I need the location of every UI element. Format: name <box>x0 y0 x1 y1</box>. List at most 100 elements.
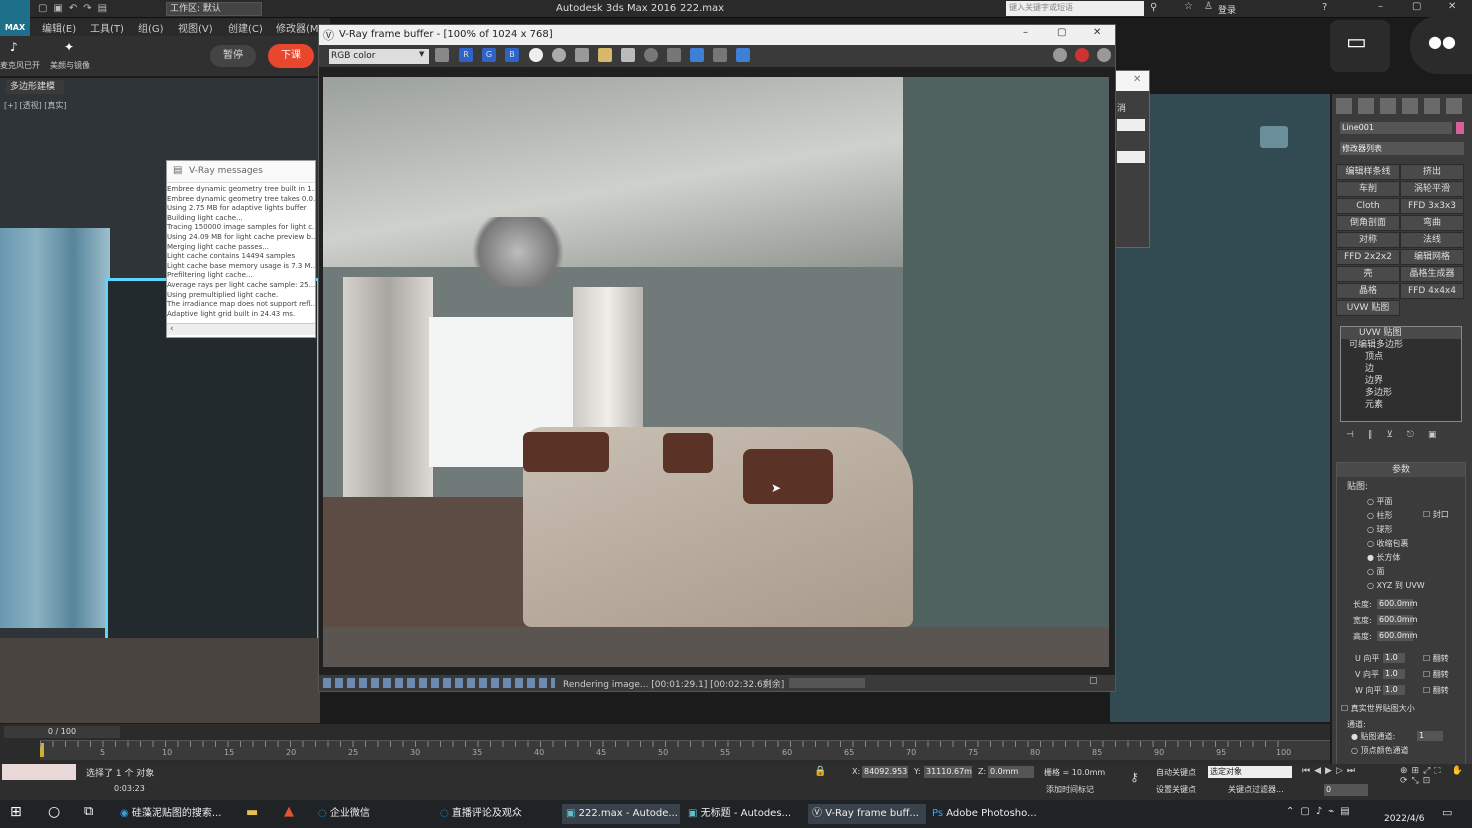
channel-select[interactable]: RGB color <box>329 49 429 64</box>
z-coordinate-field[interactable]: 0.0mm <box>988 766 1034 778</box>
w-flip-checkbox[interactable]: ☐ 翻转 <box>1423 685 1449 696</box>
modifier-button[interactable]: 车削 <box>1336 181 1400 197</box>
modifier-button[interactable]: 弯曲 <box>1400 215 1464 231</box>
object-name-field[interactable]: Line001 <box>1340 122 1452 134</box>
vfb-titlebar[interactable]: Ⓥ V-Ray frame buffer - [100% of 1024 x 7… <box>319 25 1115 45</box>
close-icon[interactable]: ✕ <box>1093 27 1101 38</box>
radio-spherical[interactable]: ○ 球形 <box>1367 523 1465 537</box>
real-world-checkbox[interactable]: ☐ 真实世界贴图大小 <box>1341 703 1415 714</box>
stack-sub-vertex[interactable]: 顶点 <box>1341 351 1461 363</box>
radio-face[interactable]: ○ 面 <box>1367 565 1465 579</box>
modifier-button[interactable]: 法线 <box>1400 232 1464 248</box>
search-icon[interactable]: ○ <box>48 804 60 820</box>
mono-icon[interactable] <box>552 48 566 62</box>
modifier-button[interactable]: FFD 2x2x2 <box>1336 249 1400 265</box>
selected-object-dropdown[interactable]: 选定对象 <box>1208 766 1292 778</box>
star-icon[interactable]: ☆ <box>1184 1 1193 12</box>
menu-views[interactable]: 视图(V) <box>178 20 213 35</box>
quick-access-icons[interactable]: ▢▣↶↷▤ <box>38 3 158 15</box>
key-icon[interactable]: ⚷ <box>1130 770 1139 784</box>
modifier-button[interactable]: Cloth <box>1336 198 1400 214</box>
horizontal-scrollbar[interactable]: ‹ <box>167 323 315 335</box>
explorer-icon[interactable]: ▬ <box>246 805 258 820</box>
modifier-button[interactable]: 涡轮平滑 <box>1400 181 1464 197</box>
status-icons[interactable] <box>323 678 555 688</box>
binoculars-icon[interactable]: ⚲ <box>1150 2 1157 13</box>
minimize-icon[interactable]: – <box>1378 1 1383 12</box>
rendered-image[interactable]: ➤ <box>323 77 1109 667</box>
sparkle-icon[interactable]: ✦ <box>64 40 74 54</box>
menu-create[interactable]: 创建(C) <box>228 20 263 35</box>
close-icon[interactable]: ✕ <box>1133 74 1141 85</box>
expand-icon[interactable]: ▢ <box>1089 676 1098 686</box>
stack-sub-edge[interactable]: 边 <box>1341 363 1461 375</box>
maximize-icon[interactable]: ▢ <box>1412 1 1421 12</box>
menu-group[interactable]: 组(G) <box>138 20 164 35</box>
modifier-stack[interactable]: UVW 贴图 可编辑多边形 顶点 边 边界 多边形 元素 <box>1340 326 1462 422</box>
stop-button[interactable]: 下课 <box>268 44 314 68</box>
cancel-label[interactable]: 消 <box>1117 101 1126 114</box>
radio-cylindrical[interactable]: ○ 柱形 <box>1367 509 1465 523</box>
microphone-icon[interactable]: ♪ <box>10 40 18 54</box>
taskbar-item-photoshop[interactable]: Ps Adobe Photosho... <box>932 804 1052 824</box>
maxscript-listener[interactable] <box>2 764 76 780</box>
region-render-icon[interactable] <box>667 48 681 62</box>
app-logo[interactable]: MAX <box>0 0 30 36</box>
chevron-down-icon[interactable]: ▼ <box>419 50 424 58</box>
taskbar-item-wecom[interactable]: ◌ 企业微信 <box>318 804 428 824</box>
modifier-button[interactable]: 编辑样条线 <box>1336 164 1400 180</box>
set-key-button[interactable]: 设置关键点 <box>1156 784 1196 795</box>
save-icon[interactable] <box>575 48 589 62</box>
taskbar-item-max-222[interactable]: ▣ 222.max - Autode... <box>562 804 680 824</box>
background-dialog[interactable]: ✕ 消 <box>1112 70 1150 248</box>
taskbar-item-edge[interactable]: ◉ 硅藻泥贴图的搜索... <box>120 804 230 824</box>
user-icon[interactable]: ♙ <box>1204 1 1213 12</box>
modifier-list-dropdown[interactable]: 修改器列表 <box>1340 142 1464 155</box>
blue-channel-button[interactable]: B <box>505 48 519 62</box>
modifier-button[interactable]: UVW 贴图 <box>1336 300 1400 316</box>
maximize-icon[interactable]: ▢ <box>1057 27 1066 38</box>
map-channel-spinner[interactable]: 1 <box>1417 731 1443 741</box>
menu-modifiers[interactable]: 修改器(M) <box>276 20 322 35</box>
stack-sub-border[interactable]: 边界 <box>1341 375 1461 387</box>
tray-icons[interactable]: ⌃▢♪⌁▤ <box>1286 806 1376 820</box>
color-corrections-icon[interactable] <box>435 48 449 62</box>
modifier-button[interactable]: 壳 <box>1336 266 1400 282</box>
login-link[interactable]: 登录 <box>1218 3 1236 16</box>
teapot-icon[interactable] <box>1053 48 1067 62</box>
alpha-icon[interactable] <box>529 48 543 62</box>
workspace-dropdown[interactable]: 工作区: 默认 <box>166 2 262 16</box>
key-filters-button[interactable]: 关键点过滤器... <box>1228 784 1284 795</box>
modifier-button[interactable]: 挤出 <box>1400 164 1464 180</box>
taskbar-item-live-comments[interactable]: ◌ 直播评论及观众 <box>440 804 552 824</box>
pause-button[interactable]: 暂停 <box>210 45 256 67</box>
render-last-icon[interactable] <box>713 48 727 62</box>
red-channel-button[interactable]: R <box>459 48 473 62</box>
stack-tools[interactable]: ⊣‖⊻⎋▣ <box>1346 430 1462 440</box>
app-icon[interactable]: ▲ <box>284 804 294 819</box>
viewport-label[interactable]: [+] [透视] [真实] <box>4 100 67 111</box>
w-tile-spinner[interactable]: 1.0 <box>1383 685 1405 695</box>
more-options-widget[interactable]: ●● <box>1410 16 1472 74</box>
v-tile-spinner[interactable]: 1.0 <box>1383 669 1405 679</box>
modifier-button[interactable]: 倒角剖面 <box>1336 215 1400 231</box>
track-mouse-icon[interactable] <box>644 48 658 62</box>
panel-tabs[interactable] <box>1336 98 1466 114</box>
playback-controls[interactable]: ⏮◀▶▷⏭ <box>1302 766 1398 778</box>
taskbar-item-max-untitled[interactable]: ▣ 无标题 - Autodes... <box>686 804 802 824</box>
clock-date[interactable]: 2022/4/6 <box>1384 814 1424 824</box>
background-dialog-titlebar[interactable]: ✕ <box>1113 71 1149 91</box>
close-icon[interactable]: ✕ <box>1448 1 1456 12</box>
vray-messages-titlebar[interactable]: ▤ V-Ray messages <box>167 161 315 183</box>
radio-box[interactable]: ● 长方体 <box>1367 551 1465 565</box>
params-title[interactable]: 参数 <box>1337 463 1465 477</box>
time-slider[interactable]: 0 / 100 <box>4 726 120 738</box>
u-tile-spinner[interactable]: 1.0 <box>1383 653 1405 663</box>
scroll-left-icon[interactable]: ‹ <box>170 324 174 334</box>
v-flip-checkbox[interactable]: ☐ 翻转 <box>1423 669 1449 680</box>
viewcube-icon[interactable] <box>1260 126 1288 148</box>
navigation-controls[interactable]: ⊕⊞⤢⛶ ✋⟳⤡⊡ <box>1400 766 1470 796</box>
add-time-tag[interactable]: 添加时间标记 <box>1046 784 1094 795</box>
vray-frame-buffer-window[interactable]: Ⓥ V-Ray frame buffer - [100% of 1024 x 7… <box>318 24 1116 692</box>
help-icon[interactable]: ? <box>1322 2 1327 13</box>
